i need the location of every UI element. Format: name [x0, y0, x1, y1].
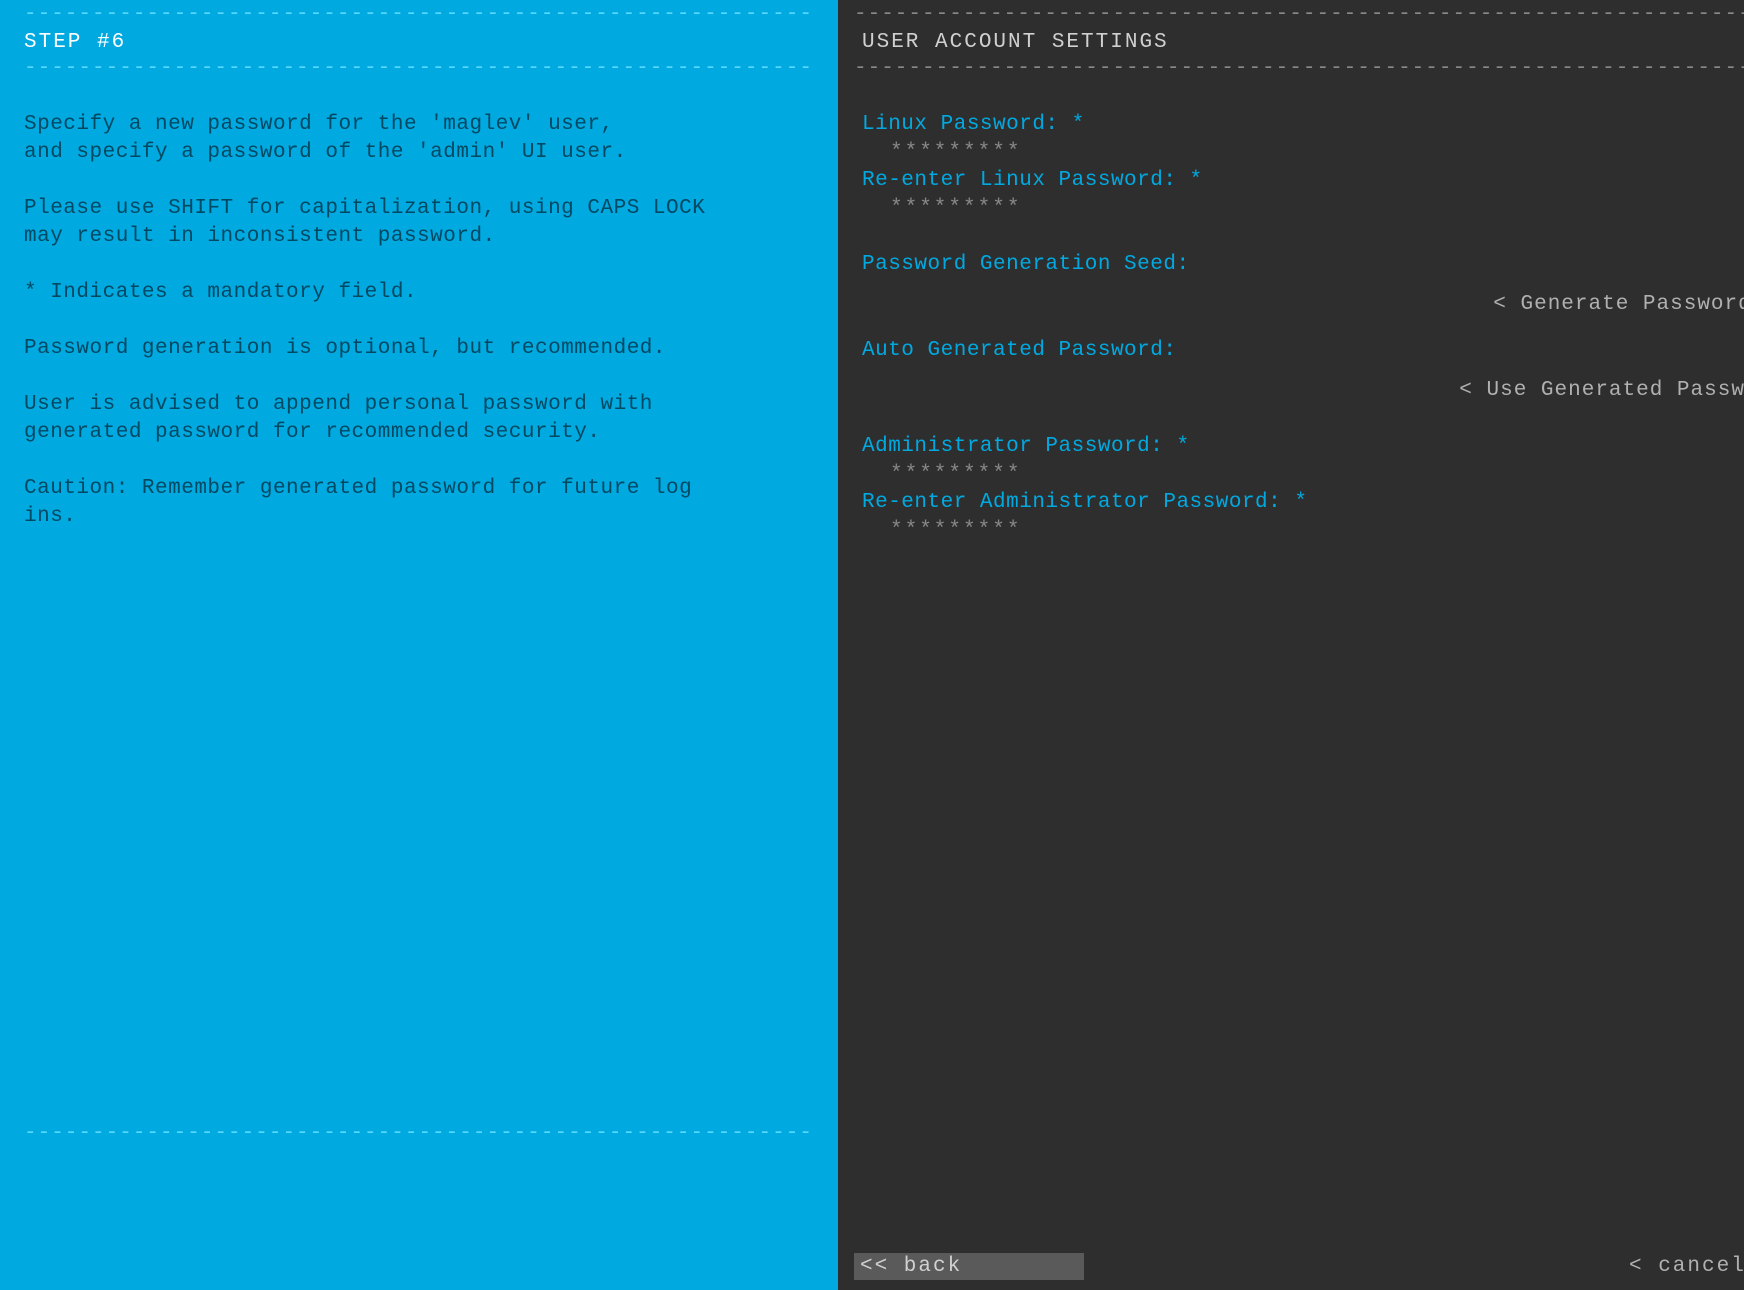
linux-password-field[interactable]: *********: [862, 139, 1744, 167]
account-form: Linux Password: * ********* Re-enter Lin…: [854, 79, 1744, 545]
title-underline-left: ----------------------------------------…: [24, 58, 814, 79]
instruction-line-6: Caution: Remember generated password for…: [24, 475, 814, 531]
settings-title: USER ACCOUNT SETTINGS: [854, 31, 1744, 54]
instruction-line-1: Specify a new password for the 'maglev' …: [24, 111, 814, 167]
admin-password-confirm-label: Re-enter Administrator Password: *: [862, 489, 1744, 517]
footer-nav: << back < cancel > next >>: [854, 1253, 1744, 1280]
instruction-line-2: Please use SHIFT for capitalization, usi…: [24, 195, 814, 251]
linux-password-confirm-field[interactable]: *********: [862, 195, 1744, 223]
right-panel: ----------------------------------------…: [838, 0, 1744, 1290]
left-panel: ----------------------------------------…: [0, 0, 838, 1290]
step-title: STEP #6: [24, 31, 814, 54]
generate-password-button[interactable]: < Generate Password >: [862, 291, 1744, 319]
top-border-left: ----------------------------------------…: [24, 4, 814, 25]
bottom-border-left: ----------------------------------------…: [24, 1123, 814, 1144]
cancel-button[interactable]: < cancel >: [1629, 1255, 1744, 1278]
instruction-line-3: * Indicates a mandatory field.: [24, 279, 814, 307]
admin-password-field[interactable]: *********: [862, 461, 1744, 489]
linux-password-label: Linux Password: *: [862, 111, 1744, 139]
instructions-body: Specify a new password for the 'maglev' …: [24, 111, 814, 531]
auto-generated-label: Auto Generated Password:: [862, 337, 1744, 365]
title-underline-right: ----------------------------------------…: [854, 58, 1744, 79]
use-generated-password-button[interactable]: < Use Generated Password >: [862, 377, 1744, 405]
admin-password-label: Administrator Password: *: [862, 433, 1744, 461]
seed-label: Password Generation Seed:: [862, 251, 1744, 279]
linux-password-confirm-label: Re-enter Linux Password: *: [862, 167, 1744, 195]
back-button[interactable]: << back: [854, 1253, 1084, 1280]
top-border-right: ----------------------------------------…: [854, 4, 1744, 25]
instruction-line-5: User is advised to append personal passw…: [24, 391, 814, 447]
admin-password-confirm-field[interactable]: *********: [862, 517, 1744, 545]
instruction-line-4: Password generation is optional, but rec…: [24, 335, 814, 363]
